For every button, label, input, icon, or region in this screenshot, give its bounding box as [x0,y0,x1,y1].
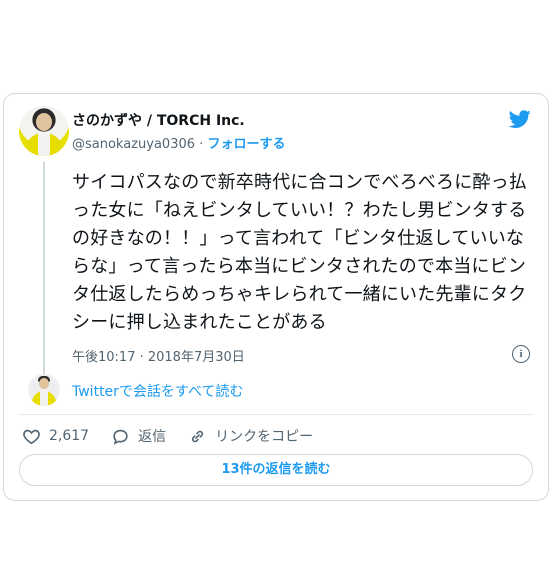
like-button[interactable]: 2,617 [22,427,89,446]
copy-link-button[interactable]: リンクをコピー [188,426,313,446]
divider [19,414,533,415]
author-handle-row: @sanokazuya0306 · フォローする [72,133,285,152]
read-conversation-link[interactable]: Twitterで会話をすべて読む [72,381,243,401]
info-icon[interactable]: i [512,345,530,363]
author-avatar[interactable] [19,106,69,156]
read-replies-button[interactable]: 13件の返信を読む [19,454,533,486]
thread-line [43,162,45,376]
reply-bubble-icon [113,429,128,445]
tweet-text: サイコパスなので新卒時代に合コンでべろべろに酔っ払った女に「ねえビンタしていい！… [72,172,527,333]
reply-label: 返信 [138,429,167,445]
conversation-avatar [28,374,60,406]
twitter-bird-icon[interactable] [507,108,533,130]
link-icon [192,430,204,442]
like-count: 2,617 [49,428,90,444]
handle-separator: · [199,137,204,152]
follow-button[interactable]: フォローする [207,137,285,152]
author-display-name[interactable]: さのかずや / TORCH Inc. [72,110,245,130]
tweet-timestamp[interactable]: 午後10:17 · 2018年7月30日 [72,346,245,365]
author-handle[interactable]: @sanokazuya0306 [72,137,195,152]
copy-link-label: リンクをコピー [215,429,314,445]
reply-button[interactable]: 返信 [111,426,166,446]
heart-icon [23,429,40,444]
action-bar: 2,617 返信 リンクをコピー [22,424,335,448]
tweet-card: さのかずや / TORCH Inc. @sanokazuya0306 · フォロ… [3,93,549,501]
